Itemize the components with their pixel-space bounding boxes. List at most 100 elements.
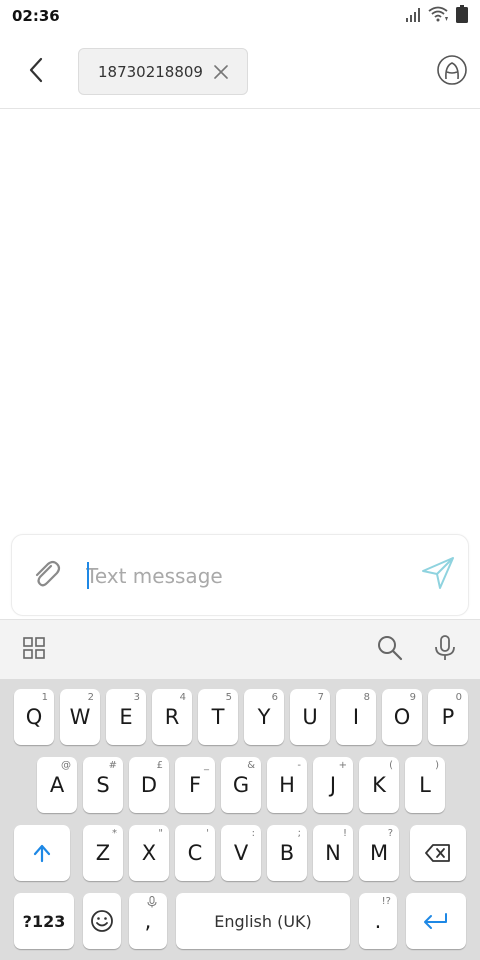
key-w[interactable]: 2W bbox=[60, 689, 100, 745]
key-e[interactable]: 3E bbox=[106, 689, 146, 745]
key-label: H bbox=[279, 773, 295, 797]
key-label: L bbox=[419, 773, 431, 797]
wifi-icon bbox=[428, 6, 450, 26]
key-hint: 7 bbox=[317, 692, 324, 703]
status-bar: 02:36 bbox=[0, 0, 480, 34]
key-i[interactable]: 8I bbox=[336, 689, 376, 745]
key-label: O bbox=[393, 705, 411, 729]
key-u[interactable]: 7U bbox=[290, 689, 330, 745]
remove-recipient-button[interactable] bbox=[211, 62, 231, 82]
key-label: F bbox=[188, 773, 202, 797]
key-hint: 5 bbox=[225, 692, 232, 703]
key-label: J bbox=[329, 773, 337, 797]
key-label: P bbox=[441, 705, 455, 729]
key-hint: ? bbox=[387, 828, 393, 839]
key-label: W bbox=[69, 705, 91, 729]
key-hint: ! bbox=[342, 828, 347, 839]
key-label: E bbox=[119, 705, 133, 729]
grid-icon bbox=[22, 636, 46, 664]
key-hint: 8 bbox=[363, 692, 370, 703]
key-n[interactable]: ! N bbox=[313, 825, 353, 881]
key-g[interactable]: & G bbox=[221, 757, 261, 813]
key-j[interactable]: + J bbox=[313, 757, 353, 813]
key-hint: & bbox=[247, 760, 255, 771]
symbols-key[interactable]: ?123 bbox=[14, 893, 74, 949]
recipient-chip[interactable]: 18730218809 bbox=[78, 48, 248, 95]
key-label: T bbox=[211, 705, 225, 729]
key-f[interactable]: _ F bbox=[175, 757, 215, 813]
key-x[interactable]: " X bbox=[129, 825, 169, 881]
keyboard-search-button[interactable] bbox=[372, 632, 408, 668]
message-input[interactable] bbox=[86, 557, 406, 595]
text-cursor bbox=[87, 562, 89, 589]
back-button[interactable] bbox=[18, 54, 54, 90]
keyboard-menu-button[interactable] bbox=[16, 632, 52, 668]
status-time: 02:36 bbox=[12, 7, 60, 25]
attach-button[interactable] bbox=[26, 556, 66, 596]
enter-key[interactable] bbox=[406, 893, 466, 949]
emoji-icon bbox=[91, 910, 113, 932]
key-label: I bbox=[352, 705, 360, 729]
key-v[interactable]: :V bbox=[221, 825, 261, 881]
key-hint: ' bbox=[206, 828, 209, 839]
emoji-key[interactable] bbox=[83, 893, 121, 949]
key-hint: ; bbox=[297, 828, 301, 839]
key-hint: * bbox=[112, 828, 117, 839]
key-hint: @ bbox=[61, 760, 71, 771]
key-s[interactable]: # S bbox=[83, 757, 123, 813]
keyboard: 1Q 2W 3E 4R 5T 6Y 7U 8I 9O 0P @ A # S £ D _… bbox=[0, 679, 480, 960]
enter-arrow-icon bbox=[424, 913, 447, 929]
key-y[interactable]: 6Y bbox=[244, 689, 284, 745]
key-hint: £ bbox=[156, 760, 163, 771]
message-composer bbox=[11, 534, 469, 616]
key-hint: _ bbox=[204, 760, 209, 771]
key-label: U bbox=[302, 705, 318, 729]
key-label: M bbox=[369, 841, 389, 865]
add-contact-button[interactable] bbox=[434, 54, 470, 90]
key-label: D bbox=[140, 773, 158, 797]
key-hint: 2 bbox=[87, 692, 94, 703]
key-hint: 9 bbox=[409, 692, 416, 703]
key-p[interactable]: 0P bbox=[428, 689, 468, 745]
keyboard-toolbar bbox=[0, 619, 480, 679]
period-key[interactable]: !? . bbox=[359, 893, 397, 949]
key-r[interactable]: 4R bbox=[152, 689, 192, 745]
shift-arrow-icon bbox=[33, 844, 51, 863]
key-hint: 3 bbox=[133, 692, 140, 703]
close-icon bbox=[214, 65, 228, 79]
space-key[interactable]: English (UK) bbox=[176, 893, 350, 949]
microphone-hint-icon bbox=[147, 896, 157, 911]
key-d[interactable]: £ D bbox=[129, 757, 169, 813]
backspace-icon bbox=[425, 844, 450, 862]
comma-key[interactable]: , bbox=[129, 893, 167, 949]
key-label: K bbox=[372, 773, 386, 797]
key-hint: ( bbox=[389, 760, 393, 771]
signal-icon bbox=[406, 7, 422, 26]
key-m[interactable]: ? M bbox=[359, 825, 399, 881]
key-h[interactable]: -H bbox=[267, 757, 307, 813]
key-a[interactable]: @ A bbox=[37, 757, 77, 813]
key-hint: + bbox=[338, 760, 347, 771]
key-hint: 6 bbox=[271, 692, 278, 703]
send-button[interactable] bbox=[418, 555, 458, 595]
shift-key[interactable] bbox=[14, 825, 70, 881]
key-k[interactable]: (K bbox=[359, 757, 399, 813]
paperclip-icon bbox=[29, 557, 63, 595]
key-hint: : bbox=[251, 828, 255, 839]
key-hint: " bbox=[158, 828, 163, 839]
voice-input-button[interactable] bbox=[427, 632, 463, 668]
battery-icon bbox=[456, 5, 468, 27]
key-o[interactable]: 9O bbox=[382, 689, 422, 745]
key-c[interactable]: ' C bbox=[175, 825, 215, 881]
backspace-key[interactable] bbox=[410, 825, 466, 881]
key-z[interactable]: * Z bbox=[83, 825, 123, 881]
key-l[interactable]: ) L bbox=[405, 757, 445, 813]
chevron-left-icon bbox=[28, 57, 44, 87]
key-hint: ) bbox=[435, 760, 439, 771]
key-label: S bbox=[96, 773, 110, 797]
key-label: Q bbox=[25, 705, 43, 729]
key-b[interactable]: ; B bbox=[267, 825, 307, 881]
key-hint: 0 bbox=[455, 692, 462, 703]
key-t[interactable]: 5T bbox=[198, 689, 238, 745]
key-q[interactable]: 1Q bbox=[14, 689, 54, 745]
